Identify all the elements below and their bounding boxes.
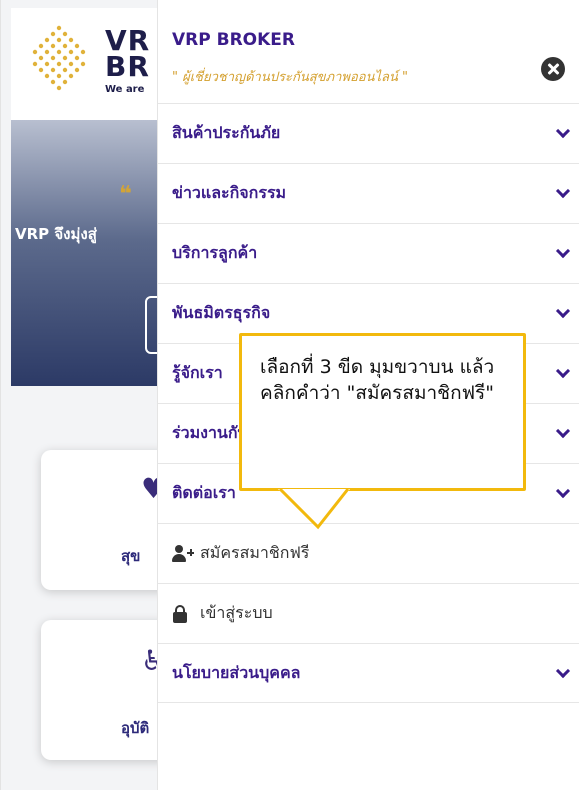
chevron-down-icon[interactable] xyxy=(556,666,568,678)
screen: VR BR We are ❝ VRP จึงมุ่งสู่ ♥ สุข ♿ อุ… xyxy=(0,0,579,790)
logo-icon xyxy=(32,25,86,91)
user-plus-icon xyxy=(172,544,194,563)
chevron-down-icon[interactable] xyxy=(556,426,568,438)
menu-item-register[interactable]: สมัครสมาชิกฟรี xyxy=(158,523,579,583)
menu-item-label: รู้จักเรา xyxy=(172,363,223,382)
drawer-subtitle: " ผู้เชี่ยวชาญด้านประกันสุขภาพออนไลน์ " xyxy=(172,70,408,85)
logo-line-2: BR xyxy=(105,50,150,83)
instruction-callout: เลือกที่ 3 ขีด มุมขวาบน แล้วคลิกคำว่า "ส… xyxy=(239,333,526,491)
menu-item-label: สินค้าประกันภัย xyxy=(172,123,281,142)
logo-wordmark: VR BR xyxy=(105,27,150,83)
product-card-label: อุบัติ xyxy=(121,719,150,737)
menu-item-label: เข้าสู่ระบบ xyxy=(200,603,273,622)
drawer-title: VRP BROKER xyxy=(172,30,296,50)
menu-item-privacy[interactable]: นโยบายส่วนบุคคล xyxy=(158,643,579,703)
menu-item-news[interactable]: ข่าวและกิจกรรม xyxy=(158,163,579,223)
menu-item-label: พันธมิตรธุรกิจ xyxy=(172,303,271,322)
menu-item-label: นโยบายส่วนบุคคล xyxy=(172,662,301,682)
hero-text: VRP จึงมุ่งสู่ xyxy=(15,225,97,243)
menu-item-label: สมัครสมาชิกฟรี xyxy=(200,543,310,562)
product-card-label: สุข xyxy=(121,547,141,565)
quote-icon: ❝ xyxy=(119,182,132,207)
lock-icon xyxy=(172,604,194,623)
close-icon[interactable] xyxy=(541,57,565,81)
chevron-down-icon[interactable] xyxy=(556,246,568,258)
menu-item-products[interactable]: สินค้าประกันภัย xyxy=(158,103,579,163)
menu-item-label: บริการลูกค้า xyxy=(172,243,258,262)
callout-text: เลือกที่ 3 ขีด มุมขวาบน แล้วคลิกคำว่า "ส… xyxy=(260,356,495,404)
menu-item-services[interactable]: บริการลูกค้า xyxy=(158,223,579,283)
logo-tagline: We are xyxy=(105,84,145,95)
chevron-down-icon[interactable] xyxy=(556,306,568,318)
chevron-down-icon[interactable] xyxy=(556,366,568,378)
chevron-down-icon[interactable] xyxy=(556,126,568,138)
menu-item-label: ข่าวและกิจกรรม xyxy=(172,183,287,202)
menu-item-label: ติดต่อเรา xyxy=(172,483,236,502)
callout-pointer xyxy=(278,489,350,530)
menu-item-login[interactable]: เข้าสู่ระบบ xyxy=(158,583,579,643)
chevron-down-icon[interactable] xyxy=(556,486,568,498)
chevron-down-icon[interactable] xyxy=(556,186,568,198)
